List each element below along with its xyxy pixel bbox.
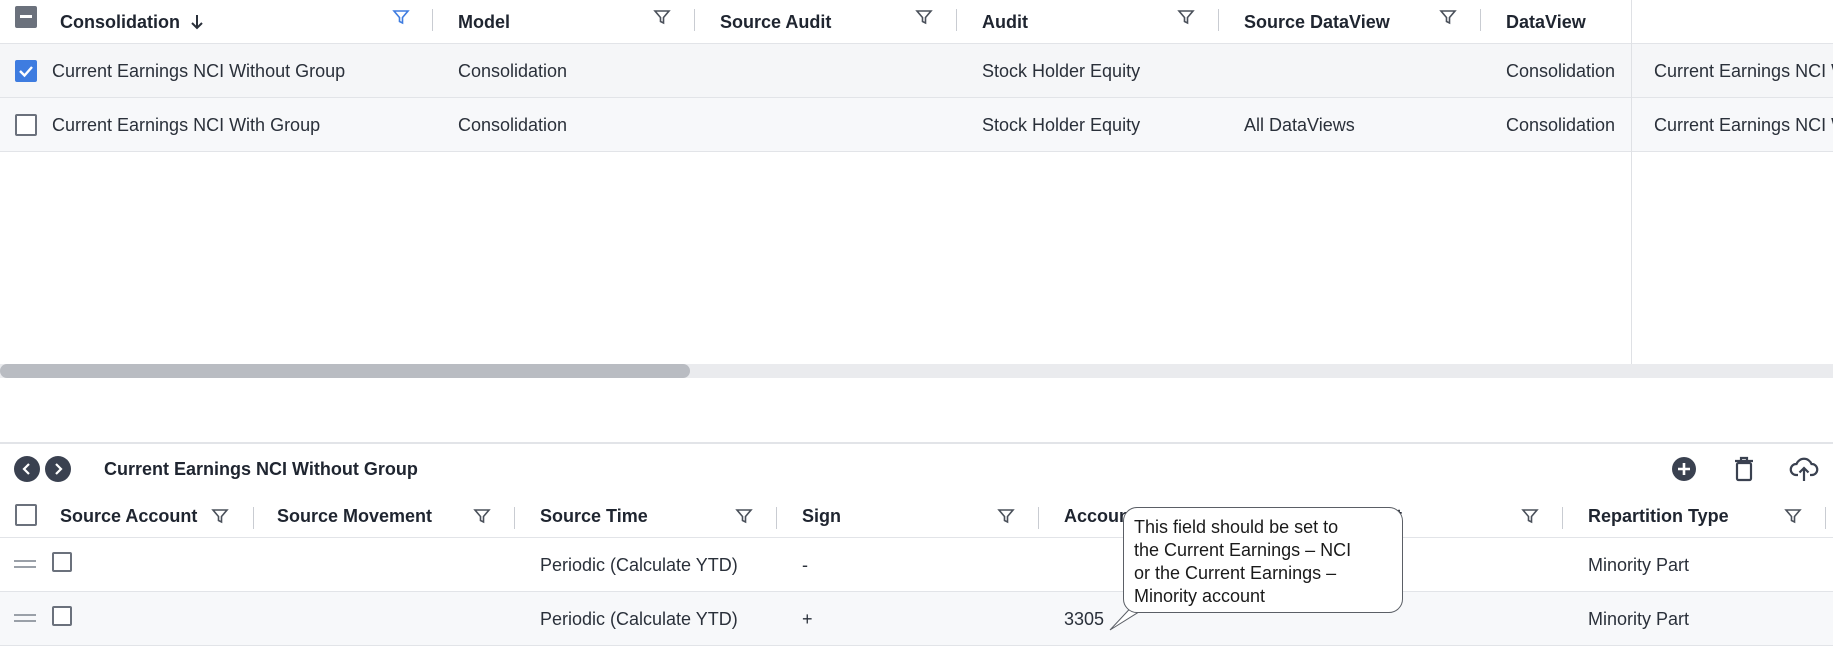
filter-icon[interactable] bbox=[997, 507, 1015, 525]
select-all-checkbox[interactable] bbox=[15, 504, 37, 526]
tooltip-line: This field should be set to bbox=[1134, 517, 1339, 537]
consolidation-grid: Consolidation Model Source Audit Audit S… bbox=[0, 0, 1833, 378]
table-row[interactable]: Periodic (Calculate YTD) - Minority Part bbox=[0, 538, 1833, 592]
filter-icon[interactable] bbox=[1521, 507, 1539, 525]
chevron-left-icon[interactable] bbox=[14, 456, 40, 482]
row-checkbox[interactable] bbox=[15, 60, 37, 82]
table-row[interactable]: Current Earnings NCI With Group Consolid… bbox=[0, 98, 1833, 152]
cell-repartition-type: Minority Part bbox=[1588, 608, 1690, 629]
grid-header: Consolidation Model Source Audit Audit S… bbox=[0, 0, 1833, 44]
tooltip-line: Minority account bbox=[1134, 586, 1266, 606]
cell-pinned: Current Earnings NCI W bbox=[1654, 60, 1833, 81]
filter-icon[interactable] bbox=[211, 507, 229, 525]
cell-repartition-type: Minority Part bbox=[1588, 554, 1690, 575]
cell-sign: - bbox=[802, 554, 808, 575]
filter-icon[interactable] bbox=[653, 8, 671, 26]
cell-model: Consolidation bbox=[458, 114, 568, 135]
horizontal-scrollbar[interactable] bbox=[0, 364, 1833, 378]
cell-source-dataview: All DataViews bbox=[1244, 114, 1355, 135]
filter-icon[interactable] bbox=[1784, 507, 1802, 525]
cell-source-time: Periodic (Calculate YTD) bbox=[540, 608, 738, 629]
cloud-upload-icon[interactable] bbox=[1789, 454, 1819, 484]
column-header-source-account[interactable]: Source Account bbox=[60, 494, 197, 538]
cell-audit: Stock Holder Equity bbox=[982, 114, 1141, 135]
cell-pinned: Current Earnings NCI W bbox=[1654, 114, 1833, 135]
column-header-source-audit[interactable]: Source Audit bbox=[720, 0, 831, 44]
cell-source-audit bbox=[720, 98, 970, 152]
column-header-source-dataview[interactable]: Source DataView bbox=[1244, 0, 1390, 44]
filter-icon[interactable] bbox=[915, 8, 933, 26]
cell-movement bbox=[1385, 592, 1575, 646]
cell-consolidation: Current Earnings NCI With Group bbox=[52, 114, 321, 135]
detail-title: Current Earnings NCI Without Group bbox=[104, 458, 418, 479]
drag-handle-icon[interactable] bbox=[14, 614, 36, 624]
column-header-model[interactable]: Model bbox=[458, 0, 510, 44]
sort-descending-icon[interactable] bbox=[190, 13, 204, 31]
select-all-checkbox[interactable] bbox=[15, 6, 37, 28]
column-header-source-movement[interactable]: Source Movement bbox=[277, 494, 432, 538]
cell-source-time: Periodic (Calculate YTD) bbox=[540, 554, 738, 575]
scrollbar-thumb[interactable] bbox=[0, 364, 690, 378]
drag-handle-icon[interactable] bbox=[14, 560, 36, 570]
column-header-consolidation[interactable]: Consolidation bbox=[60, 0, 204, 44]
cell-dataview: Consolidation bbox=[1506, 114, 1616, 135]
cell-source-movement bbox=[277, 592, 527, 646]
cell-model: Consolidation bbox=[458, 60, 568, 81]
plus-circle-icon[interactable] bbox=[1669, 454, 1699, 484]
cell-source-account bbox=[60, 538, 260, 592]
column-header-audit[interactable]: Audit bbox=[982, 0, 1028, 44]
table-row[interactable]: Current Earnings NCI Without Group Conso… bbox=[0, 44, 1833, 98]
pinned-column-divider bbox=[1631, 44, 1632, 378]
cell-dataview: Consolidation bbox=[1506, 60, 1616, 81]
filter-icon[interactable] bbox=[473, 507, 491, 525]
filter-icon[interactable] bbox=[735, 507, 753, 525]
detail-grid-header: Source Account Source Movement Source Ti… bbox=[0, 494, 1833, 538]
table-row[interactable]: Periodic (Calculate YTD) + 3305 Minority… bbox=[0, 592, 1833, 646]
detail-panel: Current Earnings NCI Without Group Sourc… bbox=[0, 442, 1833, 648]
trash-icon[interactable] bbox=[1729, 454, 1759, 484]
column-header-dataview[interactable]: DataView bbox=[1506, 0, 1586, 44]
cell-source-dataview bbox=[1244, 44, 1494, 98]
column-header-sign[interactable]: Sign bbox=[802, 494, 841, 538]
tooltip-line: or the Current Earnings – bbox=[1134, 563, 1337, 583]
field-tooltip: This field should be set to the Current … bbox=[1123, 507, 1403, 613]
filter-icon[interactable] bbox=[1439, 8, 1457, 26]
column-header-repartition-type[interactable]: Repartition Type bbox=[1588, 494, 1729, 538]
column-header-source-time[interactable]: Source Time bbox=[540, 494, 648, 538]
filter-icon[interactable] bbox=[1177, 8, 1195, 26]
row-checkbox[interactable] bbox=[15, 114, 37, 136]
tooltip-line: the Current Earnings – NCI bbox=[1134, 540, 1352, 560]
filter-icon-active[interactable] bbox=[392, 8, 410, 26]
cell-audit: Stock Holder Equity bbox=[982, 60, 1141, 81]
cell-source-account bbox=[60, 592, 260, 646]
chevron-right-icon[interactable] bbox=[45, 456, 71, 482]
cell-consolidation: Current Earnings NCI Without Group bbox=[52, 60, 346, 81]
cell-source-movement bbox=[277, 538, 527, 592]
cell-movement bbox=[1385, 538, 1575, 592]
cell-source-audit bbox=[720, 44, 970, 98]
cell-sign: + bbox=[802, 608, 813, 629]
